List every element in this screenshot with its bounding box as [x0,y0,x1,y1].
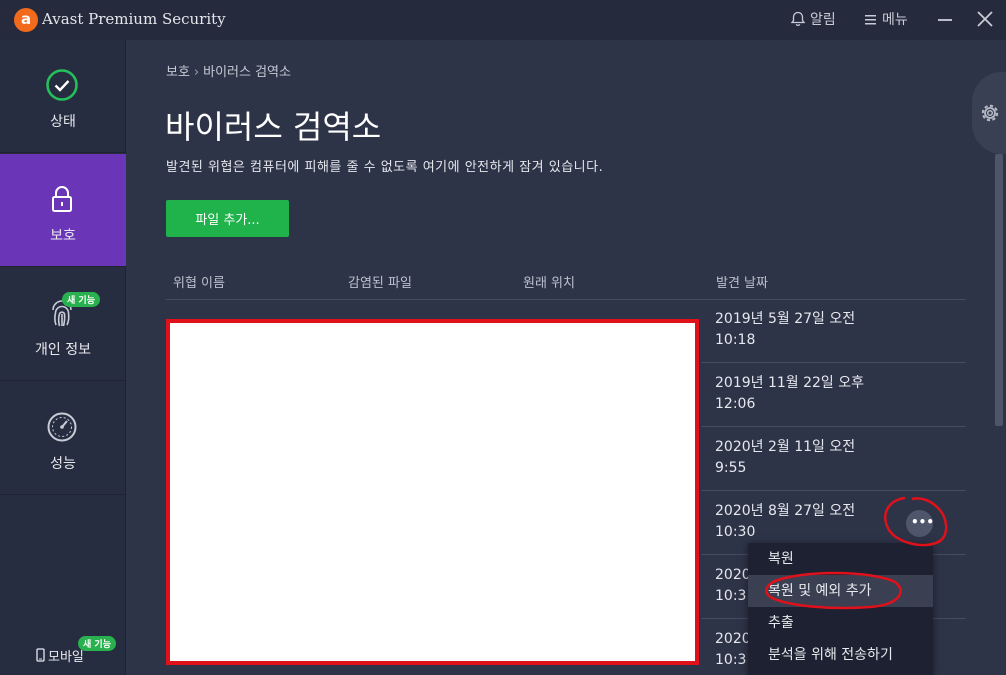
breadcrumb-separator: › [193,65,200,80]
lock-icon [52,186,72,212]
scrollbar[interactable] [993,154,1006,675]
menu-item-restore[interactable]: 복원 [748,543,933,575]
sidebar-item-label: 상태 [50,114,76,130]
sidebar-item-label: 개인 정보 [35,342,91,358]
sidebar-item-performance[interactable]: 성능 [0,382,126,495]
row-date: 2019년 11월 22일 오후 12:06 [715,373,895,415]
menu-item-send-for-analysis[interactable]: 분석을 위해 전송하기 [748,639,933,671]
close-button[interactable] [976,10,994,32]
more-dots-icon: ••• [911,515,935,529]
gear-icon [981,104,999,122]
column-header-threat-name[interactable]: 위협 이름 [173,272,225,291]
row-time-line: 10:18 [715,332,756,348]
menu-label: 메뉴 [882,12,908,28]
sidebar-item-mobile[interactable]: 새 기능 모바일 [0,628,126,675]
sidebar-item-protection[interactable]: 보호 [0,154,126,267]
breadcrumb-current: 바이러스 검역소 [203,65,291,80]
speedometer-icon [47,412,77,442]
context-menu: 복원 복원 및 예외 추가 추출 분석을 위해 전송하기 [748,543,933,675]
table-row[interactable]: 2019년 11월 22일 오후 12:06 [701,364,966,427]
app-title: Avast Premium Security [42,10,226,28]
title-bar: Avast Premium Security 알림 메뉴 [0,0,1006,40]
phone-icon [36,648,45,662]
redacted-region [166,319,699,665]
menu-button[interactable]: 메뉴 [864,9,908,29]
check-circle-icon [46,69,78,101]
page-title: 바이러스 검역소 [165,108,382,146]
minimize-button[interactable] [938,19,952,21]
menu-item-extract[interactable]: 추출 [748,607,933,639]
bell-icon [790,11,806,27]
settings-button[interactable] [972,72,1006,154]
sidebar-item-status[interactable]: 상태 [0,40,126,153]
row-time-line: 10:30 [715,524,756,540]
add-file-button[interactable]: 파일 추가... [166,200,289,237]
page-description: 발견된 위협은 컴퓨터에 피해를 줄 수 없도록 여기에 안전하게 잠겨 있습니… [166,160,604,175]
row-date: 2020년 2월 11일 오전 9:55 [715,437,895,479]
column-header-date-found[interactable]: 발견 날짜 [716,272,768,291]
row-date: 2019년 5월 27일 오전 10:18 [715,309,895,351]
alerts-label: 알림 [810,12,836,28]
row-date-line: 2019년 5월 27일 오전 [715,311,856,327]
alerts-button[interactable]: 알림 [790,9,836,29]
row-date-line: 2020년 2월 11일 오전 [715,439,856,455]
hamburger-icon [865,15,876,25]
sidebar-item-label: 모바일 [48,650,84,665]
table-row[interactable]: 2020년 2월 11일 오전 9:55 [701,428,966,491]
sidebar-item-label: 성능 [50,456,76,472]
column-header-infected-file[interactable]: 감염된 파일 [348,272,412,291]
row-date: 2020년 8월 27일 오전 10:30 [715,501,895,543]
column-header-original-location[interactable]: 원래 위치 [523,272,575,291]
breadcrumb-parent-link[interactable]: 보호 [166,65,190,80]
row-time-line: 9:55 [715,460,747,476]
more-options-button[interactable]: ••• [906,510,935,537]
new-feature-badge: 새 기능 [62,292,100,307]
close-icon [977,11,993,27]
row-time-line: 12:06 [715,396,756,412]
menu-item-restore-add-exception[interactable]: 복원 및 예외 추가 [748,575,933,607]
sidebar-item-label: 보호 [50,228,76,244]
scrollbar-thumb[interactable] [995,154,1003,426]
sidebar-item-privacy[interactable]: 새 기능 개인 정보 [0,268,126,381]
sidebar: 상태 보호 새 기능 개인 정보 성능 새 기능 모바일 [0,40,126,675]
breadcrumb: 보호 › 바이러스 검역소 [166,61,291,80]
table-row[interactable]: 2019년 5월 27일 오전 10:18 [701,300,966,363]
row-date-line: 2020년 8월 27일 오전 [715,503,856,519]
avast-logo-icon [14,8,38,32]
row-date-line: 2019년 11월 22일 오후 [715,375,865,391]
